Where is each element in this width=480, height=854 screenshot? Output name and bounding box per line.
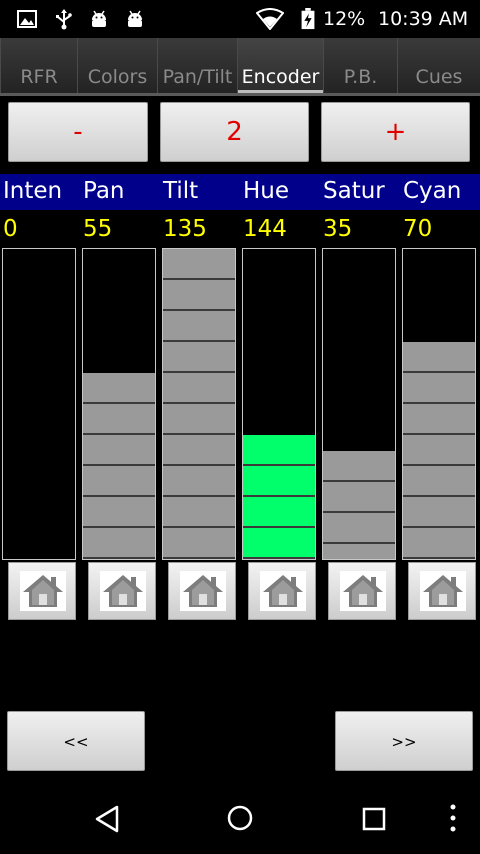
- house-icon: [100, 571, 146, 611]
- home-button-satur[interactable]: [328, 562, 396, 620]
- channel-value-hue: 144: [243, 216, 287, 242]
- house-icon: [180, 571, 226, 611]
- tab-cues[interactable]: Cues: [397, 38, 480, 93]
- android-icon: [92, 10, 106, 27]
- house-icon: [340, 571, 386, 611]
- next-page-button[interactable]: >>: [335, 711, 473, 771]
- home-button-hue[interactable]: [248, 562, 316, 620]
- fader-tilt[interactable]: [162, 248, 236, 560]
- channel-name-satur: Satur: [323, 178, 385, 204]
- tab-bar: RFR Colors Pan/Tilt Encoder P.B. Cues: [0, 38, 480, 96]
- system-nav-bar: [0, 784, 480, 854]
- fader-inten[interactable]: [2, 248, 76, 560]
- house-icon: [20, 571, 66, 611]
- fader-cyan[interactable]: [402, 248, 476, 560]
- tab-pb[interactable]: P.B.: [323, 38, 397, 93]
- battery-percent: 12%: [323, 8, 366, 30]
- back-icon[interactable]: [93, 804, 121, 834]
- fader-satur[interactable]: [322, 248, 396, 560]
- tab-encoder[interactable]: Encoder: [237, 38, 323, 93]
- home-button-cyan[interactable]: [408, 562, 476, 620]
- fader-pan[interactable]: [82, 248, 156, 560]
- fader-hue[interactable]: [242, 248, 316, 560]
- status-bar: 12% 10:39 AM: [0, 0, 480, 38]
- android-icon: [128, 10, 142, 27]
- channel-value-satur: 35: [323, 216, 353, 242]
- tab-rfr[interactable]: RFR: [0, 38, 77, 93]
- fader-fill: [83, 373, 155, 559]
- channel-name-tilt: Tilt: [163, 178, 199, 204]
- channel-value-cyan: 70: [403, 216, 433, 242]
- minus-button[interactable]: -: [8, 102, 148, 162]
- recents-icon[interactable]: [361, 806, 387, 832]
- fader-fill: [163, 249, 235, 559]
- page-number-button[interactable]: 2: [160, 102, 309, 162]
- fader-fill: [403, 342, 475, 559]
- tab-colors[interactable]: Colors: [77, 38, 157, 93]
- wifi-icon: [256, 8, 284, 30]
- channel-header: Inten Pan Tilt Hue Satur Cyan: [0, 174, 480, 210]
- home-nav-icon[interactable]: [226, 804, 254, 832]
- fader-fill: [243, 435, 315, 559]
- channel-value-inten: 0: [3, 216, 18, 242]
- tab-pan-tilt[interactable]: Pan/Tilt: [157, 38, 237, 93]
- usb-icon: [56, 9, 72, 30]
- home-button-inten[interactable]: [8, 562, 76, 620]
- overflow-menu-icon[interactable]: [446, 802, 460, 834]
- channel-value-pan: 55: [83, 216, 113, 242]
- previous-page-button[interactable]: <<: [7, 711, 145, 771]
- home-button-tilt[interactable]: [168, 562, 236, 620]
- fader-fill: [323, 450, 395, 559]
- clock: 10:39 AM: [378, 8, 469, 30]
- house-icon: [420, 571, 466, 611]
- battery-charging-icon: [301, 8, 315, 30]
- image-icon: [17, 10, 37, 28]
- channel-value-tilt: 135: [163, 216, 207, 242]
- channel-name-pan: Pan: [83, 178, 125, 204]
- house-icon: [260, 571, 306, 611]
- channel-name-hue: Hue: [243, 178, 290, 204]
- channel-name-inten: Inten: [3, 178, 63, 204]
- home-button-pan[interactable]: [88, 562, 156, 620]
- plus-button[interactable]: +: [321, 102, 470, 162]
- channel-name-cyan: Cyan: [403, 178, 462, 204]
